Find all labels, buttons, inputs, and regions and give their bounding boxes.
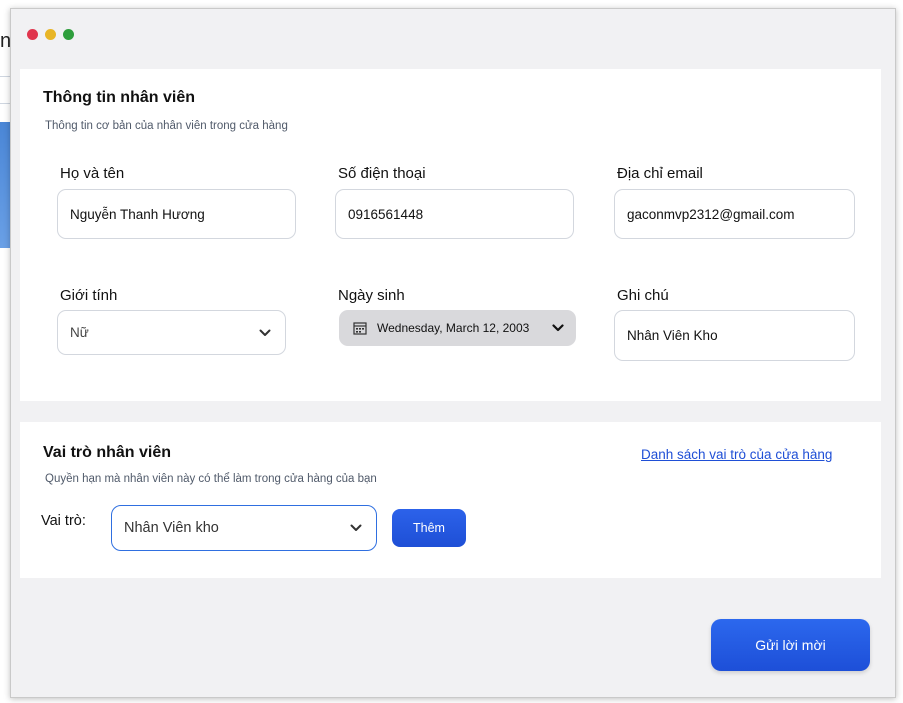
- full-name-label: Họ và tên: [60, 165, 125, 182]
- chevron-down-icon: [259, 329, 271, 336]
- calendar-icon: [353, 322, 367, 335]
- birthday-date-picker[interactable]: Wednesday, March 12, 2003: [339, 310, 576, 346]
- close-window-button[interactable]: [27, 29, 38, 40]
- gender-label: Giới tính: [60, 287, 118, 304]
- note-input[interactable]: Nhân Viên Kho: [614, 310, 855, 361]
- gender-select-value: Nữ: [70, 325, 89, 340]
- employee-role-title: Vai trò nhân viên: [43, 444, 172, 461]
- add-employee-dialog: Thông tin nhân viên Thông tin cơ bản của…: [10, 8, 896, 698]
- send-invite-button[interactable]: Gửi lời mời: [711, 619, 870, 671]
- employee-info-title: Thông tin nhân viên: [43, 89, 195, 106]
- add-role-button[interactable]: Thêm: [392, 509, 466, 547]
- employee-info-subtitle: Thông tin cơ bản của nhân viên trong cửa…: [45, 120, 288, 132]
- gender-select[interactable]: Nữ: [57, 310, 286, 355]
- phone-label: Số điện thoại: [338, 165, 426, 182]
- note-label: Ghi chú: [617, 287, 669, 304]
- employee-info-card: Thông tin nhân viên Thông tin cơ bản của…: [20, 69, 881, 401]
- role-select-value: Nhân Viên kho: [124, 520, 219, 536]
- email-input[interactable]: gaconmvp2312@gmail.com: [614, 189, 855, 239]
- employee-role-card: Vai trò nhân viên Quyền hạn mà nhân viên…: [20, 422, 881, 578]
- role-select[interactable]: Nhân Viên kho: [111, 505, 377, 551]
- birthday-label: Ngày sinh: [338, 287, 405, 304]
- chevron-down-icon: [350, 524, 362, 531]
- maximize-window-button[interactable]: [63, 29, 74, 40]
- role-label: Vai trò:: [41, 513, 86, 529]
- full-name-input[interactable]: Nguyễn Thanh Hương: [57, 189, 296, 239]
- store-roles-link[interactable]: Danh sách vai trò của cửa hàng: [641, 447, 832, 462]
- birthday-value: Wednesday, March 12, 2003: [377, 321, 530, 335]
- window-controls: [27, 29, 74, 40]
- email-label: Địa chỉ email: [617, 165, 703, 182]
- phone-input[interactable]: 0916561448: [335, 189, 574, 239]
- chevron-down-icon: [552, 324, 564, 332]
- employee-role-subtitle: Quyền hạn mà nhân viên này có thể làm tr…: [45, 473, 377, 485]
- minimize-window-button[interactable]: [45, 29, 56, 40]
